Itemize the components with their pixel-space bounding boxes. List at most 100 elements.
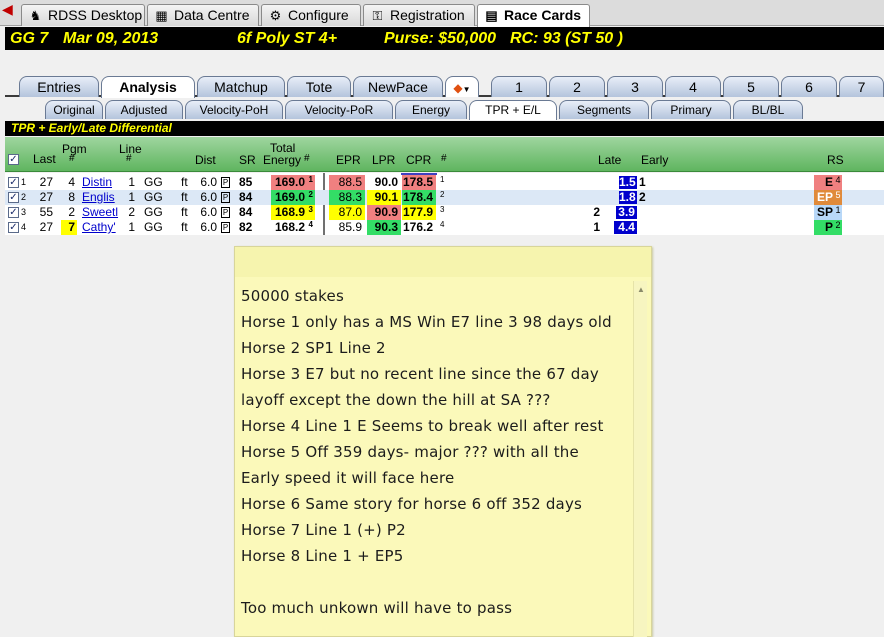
notes-title-bar[interactable] xyxy=(235,247,651,277)
section-title: TPR + Early/Late Differential xyxy=(5,121,884,136)
note-line: layoff except the down the hill at SA ??… xyxy=(241,391,551,409)
tab-tote[interactable]: Tote xyxy=(287,76,351,97)
cell-surface: ft xyxy=(181,190,188,204)
tab-race-cards[interactable]: ▤ Race Cards xyxy=(477,4,590,27)
tab-horse-1[interactable]: 1 xyxy=(491,76,547,97)
tab-rdss-desktop[interactable]: ♞ RDSS Desktop xyxy=(21,4,145,26)
energy-rank: 2 xyxy=(308,190,313,199)
rs-style: P xyxy=(814,220,834,235)
back-arrow-icon[interactable]: ◀ xyxy=(2,2,18,16)
col-dist[interactable]: Dist xyxy=(195,153,216,167)
col-lpr[interactable]: LPR xyxy=(372,153,395,167)
col-pgm-hash: # xyxy=(69,153,75,164)
sub-tab-row: Original Adjusted Velocity-PoH Velocity-… xyxy=(5,99,884,120)
energy-rank: 1 xyxy=(308,175,313,184)
scroll-up-icon[interactable]: ▲ xyxy=(637,285,645,294)
cell-line: 2 xyxy=(128,205,135,219)
notes-panel[interactable]: ▲ 50000 stakes Horse 1 only has a MS Win… xyxy=(234,246,652,637)
col-rs[interactable]: RS xyxy=(827,153,844,167)
p-badge: P xyxy=(221,207,230,219)
p-badge: P xyxy=(221,192,230,204)
tab-data-centre[interactable]: ▦ Data Centre xyxy=(147,4,259,26)
tab-horse-3[interactable]: 3 xyxy=(607,76,663,97)
horse-name-link[interactable]: Englis xyxy=(82,190,115,205)
tab-configure[interactable]: ⚙ Configure xyxy=(261,4,361,26)
col-sr[interactable]: SR xyxy=(239,153,256,167)
tab-horse-4[interactable]: 4 xyxy=(665,76,721,97)
tab-matchup[interactable]: Matchup xyxy=(197,76,285,97)
table-row[interactable]: ✓ 4 27 7 Cathy' 1 GG ft 6.0 P 82 168.2 4 … xyxy=(5,220,884,235)
cell-epr: 88.5 xyxy=(329,175,365,190)
tab-velocity-por[interactable]: Velocity-PoR xyxy=(285,100,393,119)
cell-last: 27 xyxy=(39,220,53,234)
tab-velocity-poh[interactable]: Velocity-PoH xyxy=(185,100,283,119)
cell-surface: ft xyxy=(181,220,188,234)
late-rank: 2 xyxy=(593,205,600,219)
tab-tpr-el[interactable]: TPR + E/L xyxy=(469,100,557,120)
note-line xyxy=(241,569,631,595)
cell-line: 1 xyxy=(128,190,135,204)
cell-track: GG xyxy=(144,190,163,204)
col-epr[interactable]: EPR xyxy=(336,153,361,167)
table-row[interactable]: ✓ 2 27 8 Englis 1 GG ft 6.0 P 84 169.0 2 … xyxy=(5,190,884,205)
row-checkbox[interactable]: ✓ xyxy=(8,207,19,218)
tab-primary[interactable]: Primary xyxy=(651,100,731,119)
race-track-number: GG 7 xyxy=(10,30,49,47)
horse-name-link[interactable]: Cathy' xyxy=(82,220,116,235)
tab-horse-2[interactable]: 2 xyxy=(549,76,605,97)
tab-dropdown[interactable]: ◆▼ xyxy=(445,76,479,97)
col-energy[interactable]: Energy xyxy=(263,153,301,167)
cell-energy: 168.9 3 xyxy=(271,205,315,220)
cell-epr: 85.9 xyxy=(338,220,362,234)
row-checkbox[interactable]: ✓ xyxy=(8,192,19,203)
col-last[interactable]: Last xyxy=(33,152,56,166)
horse-icon: ♞ xyxy=(29,8,42,23)
cell-lpr: 90.9 xyxy=(367,205,401,220)
tab-entries[interactable]: Entries xyxy=(19,76,99,97)
notes-text[interactable]: 50000 stakes Horse 1 only has a MS Win E… xyxy=(241,283,631,621)
tab-original[interactable]: Original xyxy=(45,100,103,119)
cell-track: GG xyxy=(144,175,163,189)
tab-horse-5[interactable]: 5 xyxy=(723,76,779,97)
select-all-checkbox[interactable]: ✓ xyxy=(8,154,19,165)
notes-scrollbar[interactable]: ▲ xyxy=(633,281,647,637)
horse-name-link[interactable]: Distin xyxy=(82,175,112,190)
tab-energy[interactable]: Energy xyxy=(395,100,467,119)
cell-line: 1 xyxy=(128,175,135,189)
rs-style: E xyxy=(814,175,834,190)
note-line: Horse 4 Line 1 E Seems to break well aft… xyxy=(241,417,604,435)
table-row[interactable]: ✓ 3 55 2 Sweetl 2 GG ft 6.0 P 84 168.9 3 … xyxy=(5,205,884,220)
table-icon: ▦ xyxy=(155,8,168,23)
cell-cpr: 177.9 xyxy=(402,205,436,220)
col-line-hash: # xyxy=(126,153,132,164)
col-cpr[interactable]: CPR xyxy=(406,153,431,167)
tab-bl-bl[interactable]: BL/BL xyxy=(733,100,803,119)
cell-pgm: 2 xyxy=(68,205,75,219)
grid-header: ✓ Last Pgm # Line # Dist SR Total Energy… xyxy=(5,137,884,172)
row-checkbox[interactable]: ✓ xyxy=(8,177,19,188)
col-late[interactable]: Late xyxy=(598,153,621,167)
cell-p: P xyxy=(221,175,230,190)
col-early[interactable]: Early xyxy=(641,153,668,167)
table-row[interactable]: ✓ 1 27 4 Distin 1 GG ft 6.0 P 85 169.0 1 … xyxy=(5,175,884,190)
tab-adjusted[interactable]: Adjusted xyxy=(105,100,183,119)
key-icon: ⚿ xyxy=(372,8,383,23)
tab-registration[interactable]: ⚿ Registration xyxy=(363,4,475,26)
horse-name-link[interactable]: Sweetl xyxy=(82,205,118,220)
tab-horse-7[interactable]: 7 xyxy=(839,76,884,97)
cell-last: 27 xyxy=(39,175,53,189)
cell-track: GG xyxy=(144,205,163,219)
note-line: Horse 2 SP1 Line 2 xyxy=(241,339,386,357)
row-checkbox[interactable]: ✓ xyxy=(8,222,19,233)
tab-analysis[interactable]: Analysis xyxy=(101,76,195,98)
cell-dist: 6.0 xyxy=(200,175,217,189)
tab-newpace[interactable]: NewPace xyxy=(353,76,443,97)
race-rc: RC: 93 (ST 50 ) xyxy=(510,30,623,47)
tab-horse-6[interactable]: 6 xyxy=(781,76,837,97)
race-purse: Purse: $50,000 xyxy=(384,30,497,47)
rs-style: SP xyxy=(814,205,834,220)
cell-epr: 88.3 xyxy=(329,190,365,205)
rs-number: 4 xyxy=(834,175,842,190)
tab-segments[interactable]: Segments xyxy=(559,100,649,119)
cell-last: 27 xyxy=(39,190,53,204)
